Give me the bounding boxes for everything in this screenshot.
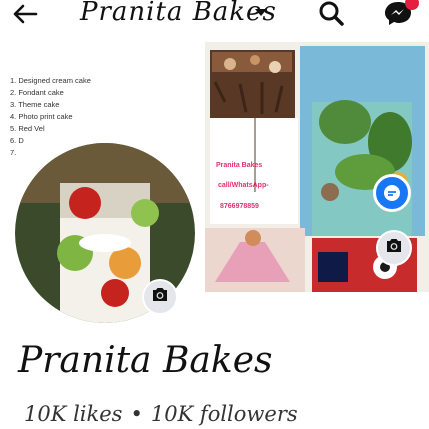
followers-count[interactable]: 10K followers: [151, 402, 298, 426]
chat-bubble-button[interactable]: [373, 174, 411, 212]
likes-count[interactable]: 10K likes: [24, 402, 122, 426]
cover-banner-name: Pranita Bakes: [216, 162, 263, 169]
notification-badge: [405, 0, 419, 10]
page-name: Pranita Bakes: [18, 340, 273, 381]
chevron-down-icon[interactable]: [255, 9, 267, 16]
page-title[interactable]: Pranita Bakes: [80, 0, 277, 27]
chat-icon: [383, 184, 401, 207]
cover-camera-button[interactable]: [376, 230, 412, 266]
list-item: 5. Red Vel: [10, 124, 45, 133]
cover-banner-phone: 8766978859: [220, 203, 259, 210]
search-icon[interactable]: [318, 0, 344, 26]
back-arrow-icon[interactable]: [12, 4, 38, 27]
list-item: 4. Photo print cake: [10, 112, 73, 121]
list-item: 3. Theme cake: [10, 100, 60, 109]
camera-icon: [151, 287, 169, 307]
profile-camera-button[interactable]: [142, 279, 178, 315]
list-item: 1. Designed cream cake: [10, 76, 91, 85]
list-item: 2. Fondant cake: [10, 88, 64, 97]
top-bar: Pranita Bakes: [0, 0, 429, 43]
cover-banner-call: call/WhatsApp-: [218, 182, 269, 189]
page-stats: 10K likes • 10K followers: [24, 402, 298, 426]
camera-icon: [385, 238, 403, 258]
separator-dot: •: [130, 402, 143, 426]
